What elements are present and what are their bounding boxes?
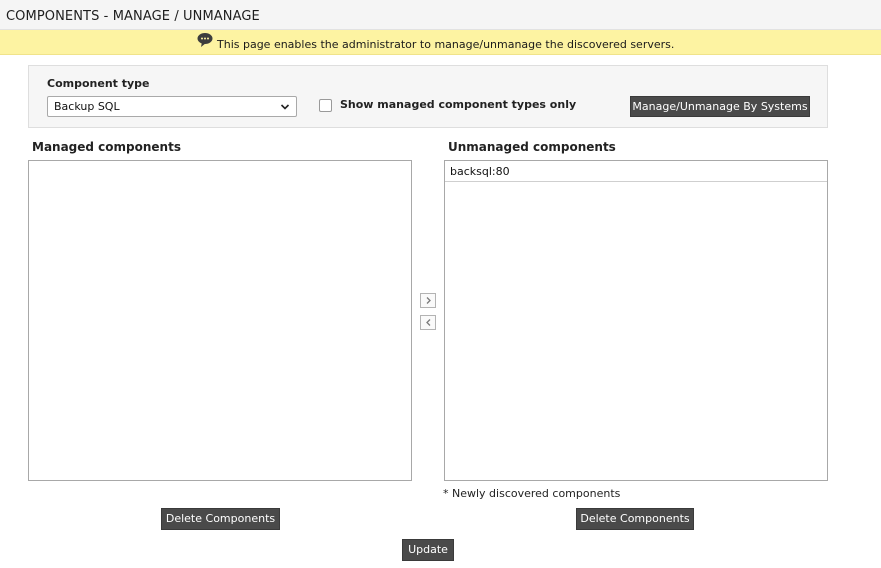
chevron-down-icon bbox=[280, 104, 290, 110]
managed-components-list[interactable] bbox=[28, 160, 412, 481]
managed-only-checkbox[interactable] bbox=[319, 99, 332, 112]
delete-managed-components-button[interactable]: Delete Components bbox=[161, 508, 280, 530]
page-title: COMPONENTS - MANAGE / UNMANAGE bbox=[6, 9, 260, 24]
info-text: This page enables the administrator to m… bbox=[217, 38, 675, 51]
filter-panel: Component type Backup SQL Show managed c… bbox=[28, 65, 828, 128]
list-item[interactable]: backsql:80 bbox=[445, 161, 827, 182]
chevron-right-icon bbox=[426, 297, 431, 304]
component-type-value: Backup SQL bbox=[54, 100, 120, 113]
newly-discovered-footnote: * Newly discovered components bbox=[443, 487, 621, 500]
manage-by-systems-button[interactable]: Manage/Unmanage By Systems bbox=[630, 96, 810, 117]
page-header: COMPONENTS - MANAGE / UNMANAGE bbox=[0, 0, 881, 30]
component-type-label: Component type bbox=[47, 77, 150, 90]
unmanaged-components-heading: Unmanaged components bbox=[448, 140, 616, 154]
info-banner: This page enables the administrator to m… bbox=[0, 30, 881, 55]
delete-unmanaged-components-button[interactable]: Delete Components bbox=[576, 508, 694, 530]
update-button[interactable]: Update bbox=[402, 539, 454, 561]
move-to-managed-button[interactable] bbox=[420, 293, 436, 308]
managed-only-label: Show managed component types only bbox=[340, 98, 577, 111]
managed-components-heading: Managed components bbox=[32, 140, 181, 154]
chevron-left-icon bbox=[426, 319, 431, 326]
component-type-select[interactable]: Backup SQL bbox=[47, 96, 297, 117]
move-to-unmanaged-button[interactable] bbox=[420, 315, 436, 330]
speech-bubble-icon bbox=[197, 33, 213, 47]
list-item-label: backsql:80 bbox=[450, 165, 510, 178]
unmanaged-components-list[interactable]: backsql:80 bbox=[444, 160, 828, 481]
